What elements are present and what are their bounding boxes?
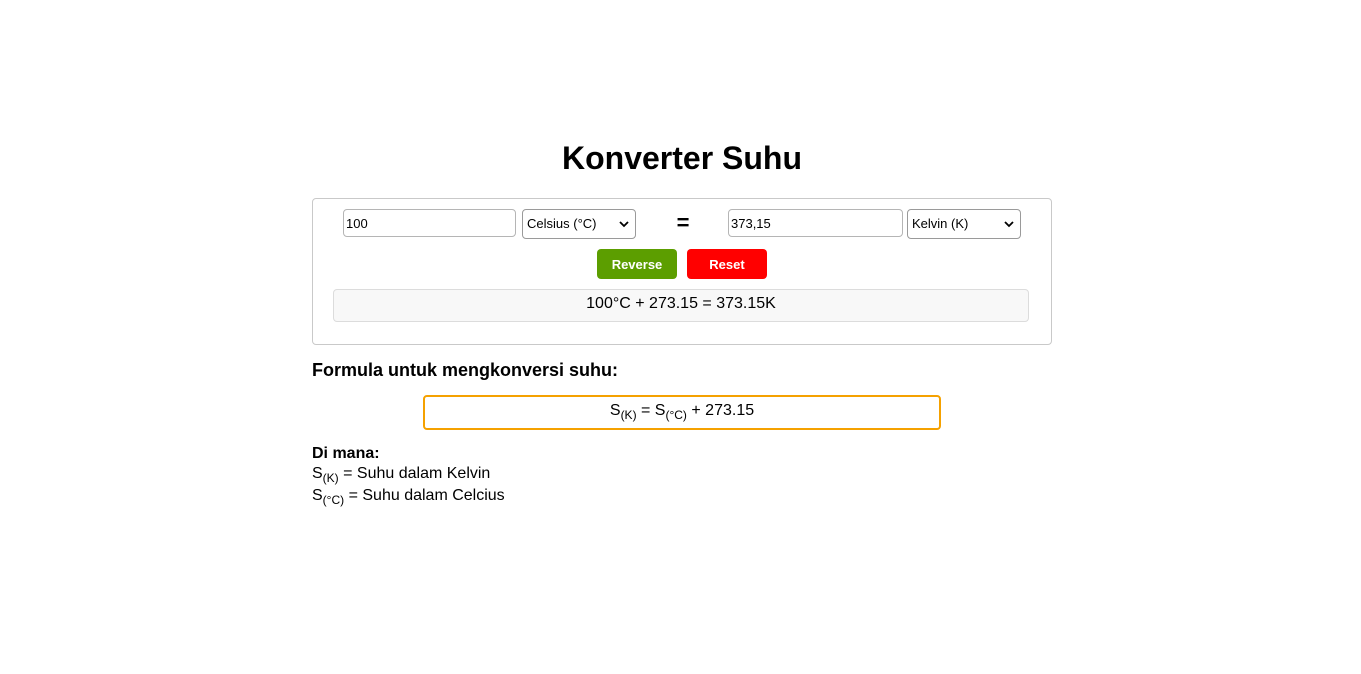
to-unit-selected: Kelvin (K) <box>912 216 969 231</box>
formula-lhs-symbol: S <box>609 402 621 419</box>
reverse-button[interactable]: Reverse <box>597 249 677 279</box>
where-item-text: = Suhu dalam Celcius <box>344 487 505 504</box>
where-item-text: = Suhu dalam Kelvin <box>338 465 491 482</box>
chevron-down-icon <box>1004 221 1014 228</box>
page-title: Konverter Suhu <box>561 140 803 176</box>
formula-lhs-sub: (K) <box>620 408 637 422</box>
formula-box: S(K) = S(°C) + 273.15 <box>423 395 941 430</box>
where-section: Di mana: S(K) = Suhu dalam Kelvin S(°C) … <box>312 445 505 507</box>
formula-rhs-rest: + 273.15 <box>686 402 755 419</box>
equals-sign: = <box>676 210 690 235</box>
where-heading: Di mana: <box>312 445 380 462</box>
chevron-down-icon <box>619 221 629 228</box>
formula-heading: Formula untuk mengkonversi suhu: <box>312 360 619 380</box>
reset-button[interactable]: Reset <box>687 249 767 279</box>
formula-rhs-symbol: S <box>654 402 666 419</box>
from-unit-select[interactable]: Celsius (°C) <box>522 209 636 239</box>
where-item-sub: (°C) <box>322 493 345 507</box>
where-item-kelvin: S(K) = Suhu dalam Kelvin <box>312 463 505 485</box>
converter-panel: Celsius (°C) = Kelvin (K) Reverse Reset … <box>312 198 1052 345</box>
from-unit-selected: Celsius (°C) <box>527 216 597 231</box>
where-item-celsius: S(°C) = Suhu dalam Celcius <box>312 485 505 507</box>
where-item-symbol: S <box>312 465 323 482</box>
where-item-symbol: S <box>312 487 323 504</box>
from-value-input[interactable] <box>343 209 516 237</box>
formula-rhs-sub: (°C) <box>665 408 687 422</box>
formula-equals: = <box>636 402 655 419</box>
to-unit-select[interactable]: Kelvin (K) <box>907 209 1021 239</box>
converter-row: Celsius (°C) = Kelvin (K) <box>313 209 1051 239</box>
where-item-sub: (K) <box>322 471 339 485</box>
to-value-input[interactable] <box>728 209 903 237</box>
result-display: 100°C + 273.15 = 373.15K <box>333 289 1029 322</box>
